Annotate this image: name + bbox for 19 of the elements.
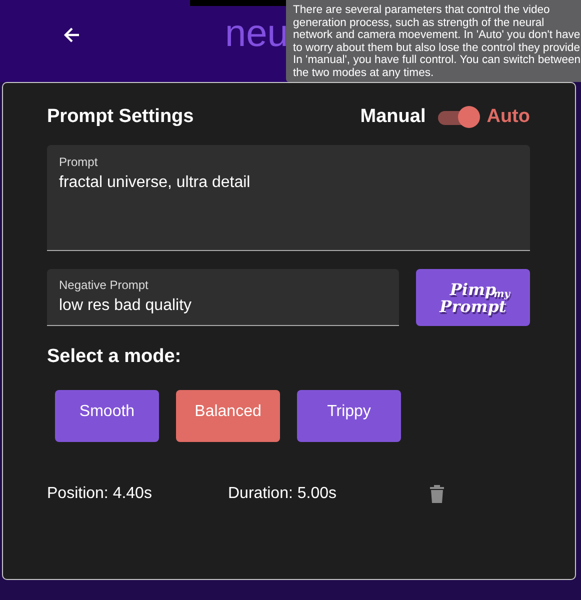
field-label: Negative Prompt: [59, 278, 150, 292]
mode-button[interactable]: Smooth: [55, 390, 159, 442]
prompt-field[interactable]: Prompt fractal universe, ultra detail: [47, 145, 530, 251]
trash-icon[interactable]: [429, 484, 445, 504]
mode-button[interactable]: Trippy: [297, 390, 401, 442]
duration-text: Duration: 5.00s: [228, 485, 338, 503]
field-value: fractal universe, ultra detail: [59, 174, 252, 192]
manual-label: Manual: [360, 106, 426, 128]
position-text: Position: 4.40s: [47, 485, 153, 503]
mode-button[interactable]: Balanced: [176, 390, 280, 442]
back-arrow-icon[interactable]: [62, 25, 82, 45]
mode-heading: Select a mode:: [47, 346, 182, 368]
app-title: neu: [225, 12, 288, 56]
field-label: Prompt: [59, 155, 99, 169]
tooltip: There are several parameters that control the video generation process, such as strength of the neural network and camera moevement. In 'Auto' you don't have to worry about them but also lose the control they provide In 'manual', you have full control. You can switch between the two modes at any times.: [286, 0, 581, 82]
negative-prompt-field[interactable]: Negative Prompt low res bad quality: [47, 269, 399, 326]
field-value: low res bad quality: [59, 297, 193, 315]
section-title: Prompt Settings: [47, 106, 195, 128]
auto-label: Auto: [486, 106, 530, 128]
